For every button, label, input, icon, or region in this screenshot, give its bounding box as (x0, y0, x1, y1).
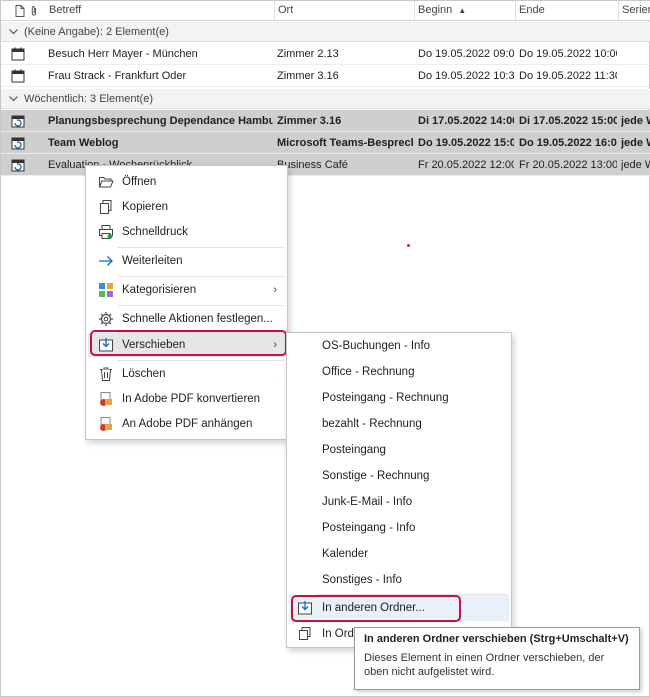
menu-item-verschieben[interactable]: Verschieben › (88, 333, 285, 357)
cell-location: Microsoft Teams-Besprech... (277, 137, 413, 149)
cell-location: Zimmer 2.13 (277, 48, 339, 60)
sort-ascending-icon: ▲ (458, 6, 467, 15)
table-row[interactable]: Frau Strack - Frankfurt Oder Zimmer 3.16… (1, 65, 650, 87)
submenu-item[interactable]: bezahlt - Rechnung (289, 411, 509, 437)
calendar-icon (11, 47, 25, 61)
submenu-item[interactable]: Junk-E-Mail - Info (289, 489, 509, 515)
cell-start: Fr 20.05.2022 12:00 (418, 159, 514, 171)
tooltip-title: In anderen Ordner verschieben (Strg+Umsc… (364, 633, 629, 645)
move-icon (297, 600, 313, 616)
adobe-pdf-attach-icon (98, 416, 114, 432)
submenu-item[interactable]: Posteingang - Rechnung (289, 385, 509, 411)
menu-item-schnelle-aktionen[interactable]: Schnelle Aktionen festlegen... (88, 307, 285, 331)
submenu-item[interactable]: Sonstiges - Info (289, 567, 509, 593)
cell-series: jede W (621, 159, 650, 171)
cell-end: Do 19.05.2022 10:00 (519, 48, 617, 60)
column-ort[interactable]: Ort (274, 1, 415, 20)
cell-start: Do 19.05.2022 15:00 (418, 137, 514, 149)
submenu-item[interactable]: Kalender (289, 541, 509, 567)
paperclip-icon[interactable] (27, 1, 41, 20)
table-row[interactable]: Team Weblog Microsoft Teams-Besprech... … (1, 132, 650, 154)
cell-series: jede W (621, 137, 650, 149)
table-row[interactable]: Planungsbesprechung Dependance Hamburg Z… (1, 110, 650, 132)
column-ende[interactable]: Ende (515, 1, 619, 20)
column-beginn[interactable]: Beginn ▲ (414, 1, 516, 20)
chevron-right-icon: › (273, 284, 277, 296)
submenu-item[interactable]: OS-Buchungen - Info (289, 333, 509, 359)
group-label: Wöchentlich: 3 Element(e) (24, 93, 153, 105)
calendar-icon (11, 69, 25, 83)
red-dot-marker (407, 244, 410, 247)
recurring-calendar-icon (11, 158, 25, 172)
cell-subject: Team Weblog (48, 137, 119, 149)
menu-separator (118, 360, 284, 361)
cell-end: Di 17.05.2022 15:00 (519, 115, 617, 127)
menu-separator (118, 276, 284, 277)
tooltip: In anderen Ordner verschieben (Strg+Umsc… (354, 627, 640, 690)
group-header-woechentlich[interactable]: Wöchentlich: 3 Element(e) (1, 89, 650, 109)
menu-separator (118, 247, 284, 248)
submenu-item[interactable]: Posteingang - Info (289, 515, 509, 541)
menu-item-weiterleiten[interactable]: Weiterleiten (88, 249, 285, 273)
table-row[interactable]: Besuch Herr Mayer - München Zimmer 2.13 … (1, 43, 650, 65)
submenu-item[interactable]: Office - Rechnung (289, 359, 509, 385)
trash-icon (98, 366, 114, 382)
open-folder-icon (98, 174, 114, 190)
cell-location: Zimmer 3.16 (277, 70, 339, 82)
submenu-item-in-anderen-ordner[interactable]: In anderen Ordner... (289, 595, 509, 621)
group-label: (Keine Angabe): 2 Element(e) (24, 26, 169, 38)
cell-end: Do 19.05.2022 16:00 (519, 137, 617, 149)
move-icon (98, 337, 114, 353)
cell-location: Business Café (277, 159, 348, 171)
menu-item-schnelldruck[interactable]: Schnelldruck (88, 220, 285, 244)
cell-subject: Besuch Herr Mayer - München (48, 48, 198, 60)
cell-start: Di 17.05.2022 14:00 (418, 115, 514, 127)
column-serien[interactable]: Serien (618, 1, 650, 20)
group-header-keine-angabe[interactable]: (Keine Angabe): 2 Element(e) (1, 22, 650, 42)
categorize-icon (98, 282, 114, 298)
column-header-bar: Betreff Ort Beginn▲ Ende Serien (1, 1, 650, 21)
chevron-right-icon: › (273, 339, 277, 351)
cell-start: Do 19.05.2022 09:00 (418, 48, 514, 60)
cell-subject: Frau Strack - Frankfurt Oder (48, 70, 187, 82)
menu-item-pdf-anhaengen[interactable]: An Adobe PDF anhängen (88, 412, 285, 436)
cell-end: Do 19.05.2022 11:30 (519, 70, 617, 82)
menu-item-pdf-konvertieren[interactable]: In Adobe PDF konvertieren (88, 387, 285, 411)
column-betreff[interactable]: Betreff (45, 1, 275, 20)
menu-item-kopieren[interactable]: Kopieren (88, 195, 285, 219)
submenu-item[interactable]: Posteingang (289, 437, 509, 463)
forward-arrow-icon (98, 253, 114, 269)
cell-start: Do 19.05.2022 10:30 (418, 70, 514, 82)
tooltip-description: Dieses Element in einen Ordner verschieb… (364, 652, 605, 678)
menu-separator (118, 305, 284, 306)
chevron-down-icon[interactable] (9, 23, 18, 43)
menu-item-kategorisieren[interactable]: Kategorisieren › (88, 278, 285, 302)
copy-to-folder-icon (297, 626, 313, 642)
chevron-down-icon[interactable] (9, 90, 18, 110)
quick-print-icon (98, 224, 114, 240)
recurring-calendar-icon (11, 114, 25, 128)
recurring-calendar-icon (11, 136, 25, 150)
copy-icon (98, 199, 114, 215)
submenu-item[interactable]: Sonstige - Rechnung (289, 463, 509, 489)
gear-icon (98, 311, 114, 327)
document-icon[interactable] (13, 1, 27, 20)
adobe-pdf-icon (98, 391, 114, 407)
cell-series: jede W (621, 115, 650, 127)
cell-end: Fr 20.05.2022 13:00 (519, 159, 617, 171)
menu-item-oeffnen[interactable]: Öffnen (88, 170, 285, 194)
cell-subject: Planungsbesprechung Dependance Hamburg (48, 115, 273, 127)
cell-location: Zimmer 3.16 (277, 115, 342, 127)
context-menu: Öffnen Kopieren Schnelldruck Weiterleite… (85, 165, 288, 440)
move-submenu: OS-Buchungen - Info Office - Rechnung Po… (286, 332, 512, 648)
menu-item-loeschen[interactable]: Löschen (88, 362, 285, 386)
